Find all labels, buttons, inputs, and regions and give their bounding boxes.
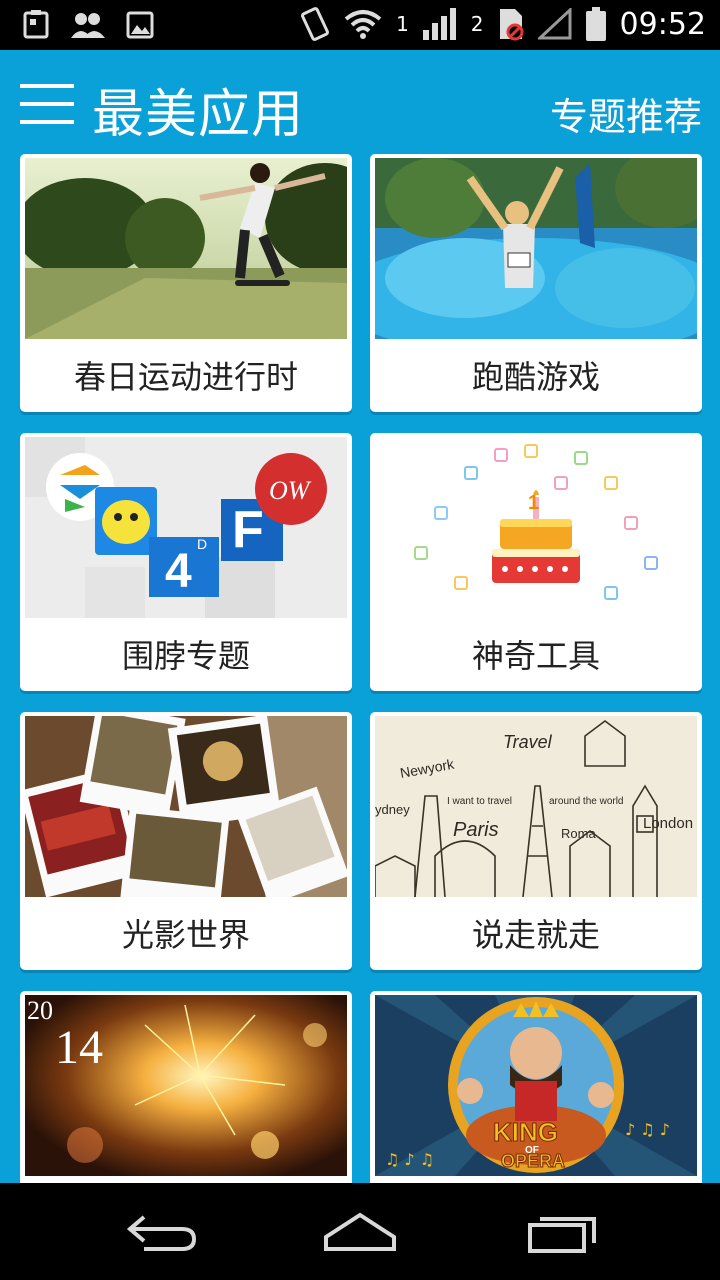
opera-text-opera: OPERA xyxy=(501,1151,565,1171)
home-icon[interactable] xyxy=(320,1207,400,1257)
topic-card[interactable]: 春日运动进行时 xyxy=(20,154,352,412)
travel-text-want: I want to travel xyxy=(447,796,512,807)
topic-image-color-run xyxy=(375,158,697,339)
app-bar: 最美应用 专题推荐 xyxy=(0,50,720,150)
fireworks-year-bottom: 14 xyxy=(55,1021,103,1074)
travel-text-london: London xyxy=(643,815,693,832)
topic-card[interactable]: 4 D F OW 围脖专题 xyxy=(20,433,352,691)
travel-text-roma: Roma xyxy=(561,826,596,841)
topic-label: 说走就走 xyxy=(471,916,600,954)
topic-image-skateboard xyxy=(25,158,347,339)
cake-candle-number: 1 xyxy=(528,492,539,514)
topic-card[interactable]: 跑酷游戏 xyxy=(370,154,702,412)
topic-label: 春日运动进行时 xyxy=(73,358,298,396)
topic-label: 光影世界 xyxy=(121,916,250,954)
topic-recommendation-link[interactable]: 专题推荐 xyxy=(550,86,702,141)
sim2-label: 2 xyxy=(470,12,484,36)
topic-image-app-icons: 4 D F OW xyxy=(25,437,347,618)
hamburger-menu-icon[interactable] xyxy=(20,84,74,126)
travel-text-around: around the world xyxy=(549,796,624,807)
recents-icon[interactable] xyxy=(522,1207,602,1257)
no-signal-icon xyxy=(537,8,572,40)
topic-card[interactable]: 1 神奇工具 xyxy=(370,433,702,691)
topic-image-king-of-opera: KING OF OPERA ♪ ♫ ♪ ♫ ♪ ♫ xyxy=(375,995,697,1176)
image-notification-icon xyxy=(126,11,154,39)
topic-image-travel: Travel Newyork ydney I want to travel ar… xyxy=(375,716,697,897)
app-title: 最美应用 xyxy=(92,85,305,145)
contacts-notification-icon xyxy=(71,13,105,38)
topic-image-polaroids xyxy=(25,716,347,897)
topic-card[interactable]: Travel Newyork ydney I want to travel ar… xyxy=(370,712,702,970)
collage-4d-text: 4 xyxy=(165,545,192,598)
topic-label: 围脖专题 xyxy=(121,637,250,675)
topic-card[interactable]: 20 14 xyxy=(20,991,352,1191)
topic-card[interactable]: KING OF OPERA ♪ ♫ ♪ ♫ ♪ ♫ xyxy=(370,991,702,1191)
topic-label: 神奇工具 xyxy=(471,637,600,675)
collage-4d-sup: D xyxy=(197,536,207,552)
travel-text-sydney: ydney xyxy=(375,802,410,817)
travel-text-travel: Travel xyxy=(503,732,553,752)
screenshot-notification-icon xyxy=(23,10,49,39)
svg-text:♪ ♫ ♪: ♪ ♫ ♪ xyxy=(625,1120,670,1139)
vibrate-icon xyxy=(301,7,330,41)
battery-icon xyxy=(585,7,606,41)
travel-text-paris: Paris xyxy=(453,819,499,841)
topic-label: 跑酷游戏 xyxy=(471,358,600,396)
signal-strength-icon xyxy=(422,8,456,40)
collage-ow-text: OW xyxy=(269,476,312,505)
system-navigation-bar xyxy=(0,1183,720,1280)
fireworks-year-top: 20 xyxy=(27,996,53,1025)
sim1-label: 1 xyxy=(396,12,409,36)
no-sim-icon xyxy=(499,9,524,41)
back-icon[interactable] xyxy=(124,1207,204,1257)
opera-text-king: KING xyxy=(493,1117,558,1147)
clock: 09:52 xyxy=(619,6,706,42)
topic-image-fireworks: 20 14 xyxy=(25,995,347,1176)
collage-f-text: F xyxy=(232,501,264,559)
wifi-icon xyxy=(344,10,382,39)
status-bar: 1 2 09:52 xyxy=(0,0,720,50)
topic-image-cake: 1 xyxy=(375,437,697,618)
topic-card[interactable]: 光影世界 xyxy=(20,712,352,970)
svg-text:♫ ♪ ♫: ♫ ♪ ♫ xyxy=(385,1150,434,1169)
